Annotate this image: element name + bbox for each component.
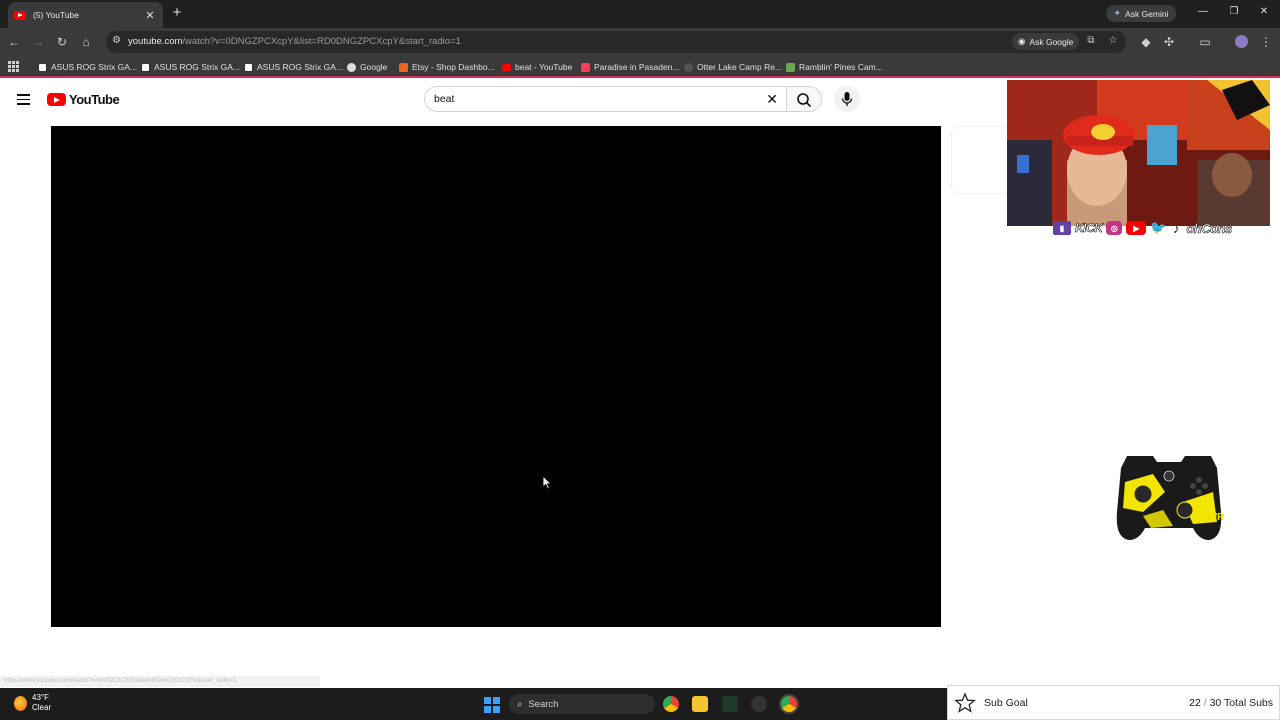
search-query[interactable]: beat	[434, 93, 454, 105]
browser-tab-strip: (5) YouTube ✕ + ✦ Ask Gemini — ❐ ✕	[0, 0, 1280, 28]
notion-icon	[244, 62, 253, 72]
profile-avatar[interactable]	[1235, 35, 1248, 48]
bookmark-item[interactable]: ASUS ROG Strix GA...	[244, 60, 343, 74]
forward-arrow-icon[interactable]: →	[30, 34, 46, 50]
home-icon[interactable]: ⌂	[78, 34, 94, 50]
bookmark-item[interactable]: Paradise in Pasaden...	[581, 60, 680, 74]
install-app-icon[interactable]: ⧉	[1084, 35, 1098, 46]
tab-youtube[interactable]: (5) YouTube ✕	[8, 2, 163, 28]
gemini-sparkle-icon: ✦	[1113, 8, 1122, 18]
bookmark-item[interactable]: ASUS ROG Strix GA...	[38, 60, 137, 74]
controller-brand-text: PWR	[1201, 512, 1225, 523]
more-menu-icon[interactable]: ⋮	[1258, 34, 1274, 50]
instagram-icon: ◎	[1106, 221, 1123, 235]
youtube-social-icon: ▶	[1126, 221, 1147, 235]
site-info-icon[interactable]: ⚙	[112, 35, 121, 46]
steam-icon[interactable]	[751, 696, 767, 712]
address-url[interactable]: youtube.com/watch?v=0DNGZPCXcpY&list=RD0…	[128, 36, 461, 47]
search-button[interactable]	[786, 86, 822, 112]
webcam-feed	[1007, 80, 1270, 226]
side-panel-card	[951, 126, 1011, 194]
chrome-active-icon[interactable]	[781, 696, 797, 712]
sub-goal-label: Sub Goal	[984, 696, 1028, 709]
bookmark-item[interactable]: Otter Lake Camp Re...	[684, 60, 782, 74]
bookmark-item[interactable]: Ramblin' Pines Cam...	[786, 60, 883, 74]
notion-icon	[141, 62, 150, 72]
youtube-play-icon	[47, 93, 66, 106]
close-tab-icon[interactable]: ✕	[143, 9, 157, 22]
taskbar-search[interactable]: ⌕ Search	[509, 694, 655, 714]
twitter-icon: 🐦	[1150, 220, 1167, 235]
etsy-icon	[399, 62, 408, 72]
windows-start-icon[interactable]	[484, 697, 500, 713]
mouse-cursor-icon	[542, 475, 552, 490]
site-icon	[684, 62, 693, 72]
social-links-bar: ▮ KICK ◎ ▶ 🐦 ♪ ohCons	[1053, 218, 1233, 238]
close-window-icon[interactable]: ✕	[1257, 6, 1271, 17]
extensions-puzzle-icon[interactable]: ✣	[1161, 34, 1177, 50]
screen: (5) YouTube ✕ + ✦ Ask Gemini — ❐ ✕ ← → ↻…	[0, 0, 1280, 720]
bookmarks-bar: ASUS ROG Strix GA... ASUS ROG Strix GA..…	[0, 56, 1280, 78]
bookmark-item[interactable]: ASUS ROG Strix GA...	[141, 60, 240, 74]
weather-condition: Clear	[32, 703, 52, 712]
ask-gemini-button[interactable]: ✦ Ask Gemini	[1106, 5, 1176, 22]
weather-widget[interactable]: 43°F Clear	[14, 693, 51, 713]
gamepad-icon: PWR	[1116, 456, 1225, 540]
new-tab-button[interactable]: +	[170, 5, 184, 21]
notion-icon	[38, 62, 47, 72]
taskbar-search-label: Search	[528, 698, 559, 710]
tiktok-icon: ♪	[1173, 220, 1180, 236]
search-icon: ⌕	[517, 698, 523, 710]
lens-icon: ◉	[1018, 36, 1026, 46]
ask-google-label: Ask Google	[1029, 36, 1074, 47]
apps-grid-icon[interactable]	[8, 61, 19, 72]
weather-sun-icon	[14, 695, 27, 711]
streamer-handle: ohCons	[1186, 220, 1233, 236]
airbnb-icon	[581, 62, 590, 72]
search-input[interactable]: beat ✕	[424, 86, 788, 112]
bookmark-item[interactable]: Etsy - Shop Dashbo...	[399, 60, 495, 74]
tab-title: (5) YouTube	[33, 10, 79, 20]
split-view-icon[interactable]: ▭	[1197, 34, 1213, 50]
chrome-icon[interactable]	[663, 696, 679, 712]
menu-hamburger-icon[interactable]	[17, 94, 30, 105]
xbox-app-icon[interactable]	[722, 696, 738, 712]
youtube-icon	[502, 63, 511, 71]
microphone-icon	[841, 92, 853, 106]
kick-label: KICK	[1075, 221, 1103, 236]
youtube-logo[interactable]: YouTube	[47, 92, 120, 107]
bookmark-item[interactable]: beat - YouTube	[502, 60, 572, 74]
extension-diamond-icon[interactable]: ◆	[1138, 34, 1154, 50]
ask-gemini-label: Ask Gemini	[1125, 8, 1169, 19]
bookmark-star-icon[interactable]: ☆	[1106, 35, 1120, 46]
site-icon	[786, 62, 795, 72]
reload-icon[interactable]: ↻	[54, 34, 70, 50]
weather-temperature: 43°F	[32, 693, 49, 702]
star-icon	[954, 691, 976, 713]
browser-toolbar: ← → ↻ ⌂ ⚙ youtube.com/watch?v=0DNGZPCXcp…	[0, 28, 1280, 56]
ask-google-button[interactable]: ◉ Ask Google	[1012, 33, 1080, 50]
voice-search-button[interactable]	[834, 86, 860, 112]
back-arrow-icon[interactable]: ←	[6, 34, 22, 50]
youtube-favicon-icon	[14, 10, 26, 20]
bookmark-item[interactable]: Google	[347, 60, 387, 74]
minimize-icon[interactable]: —	[1196, 6, 1210, 17]
status-bar-url: https://www.youtube.com/watch?v=nhXf2C1C…	[0, 676, 320, 687]
address-bar[interactable]: ⚙ youtube.com/watch?v=0DNGZPCXcpY&list=R…	[106, 31, 1126, 53]
sub-goal-widget: Sub Goal 22 / 30 Total Subs	[947, 685, 1280, 720]
twitch-icon: ▮	[1053, 221, 1071, 235]
youtube-logo-text: YouTube	[69, 92, 120, 107]
restore-icon[interactable]: ❐	[1227, 6, 1241, 17]
sub-goal-count: 22 / 30 Total Subs	[1189, 696, 1273, 709]
clear-search-icon[interactable]: ✕	[766, 91, 778, 108]
google-icon	[347, 62, 356, 72]
video-player[interactable]	[51, 126, 941, 627]
webcam-overlay	[1007, 80, 1270, 226]
file-explorer-icon[interactable]	[692, 696, 708, 712]
search-icon	[797, 93, 811, 107]
